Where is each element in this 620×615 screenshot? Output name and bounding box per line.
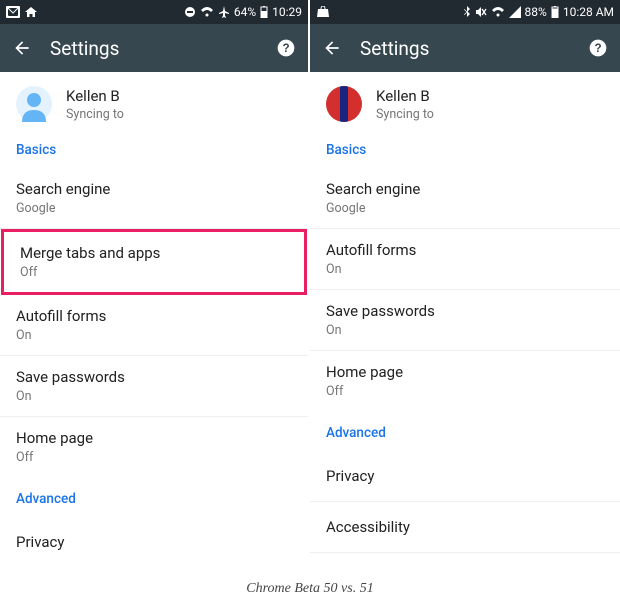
row-value: Google (16, 201, 292, 216)
row-save-passwords[interactable]: Save passwords On (310, 290, 620, 351)
battery-icon (551, 6, 559, 18)
app-bar: Settings ? (0, 24, 308, 72)
row-search-engine[interactable]: Search engine Google (310, 168, 620, 229)
row-home-page[interactable]: Home page Off (310, 351, 620, 411)
page-title: Settings (360, 37, 570, 60)
row-label: Merge tabs and apps (20, 244, 288, 262)
back-icon[interactable] (322, 38, 342, 58)
account-sync-status: Syncing to (66, 107, 124, 122)
home-icon (24, 6, 38, 18)
voicemail-icon (6, 6, 20, 18)
row-value: Off (16, 450, 292, 465)
row-label: Save passwords (16, 368, 292, 386)
row-value: On (16, 389, 292, 404)
store-icon (316, 6, 330, 18)
row-label: Privacy (326, 463, 604, 489)
back-icon[interactable] (12, 38, 32, 58)
section-basics: Basics (310, 136, 620, 168)
battery-icon (260, 6, 268, 18)
row-accessibility[interactable]: Accessibility (310, 502, 620, 553)
row-search-engine[interactable]: Search engine Google (0, 168, 308, 229)
battery-percent: 64% (234, 5, 256, 19)
account-row[interactable]: Kellen B Syncing to (0, 72, 308, 136)
row-autofill[interactable]: Autofill forms On (310, 229, 620, 290)
row-value: On (16, 328, 292, 343)
dnd-icon (184, 6, 196, 18)
row-value: On (326, 323, 604, 338)
status-bar: 88% 10:28 AM (310, 0, 620, 24)
section-advanced: Advanced (0, 477, 308, 517)
row-label: Search engine (326, 180, 604, 198)
row-home-page[interactable]: Home page Off (0, 417, 308, 477)
clock-text: 10:28 AM (563, 5, 614, 19)
svg-text:?: ? (282, 42, 289, 55)
battery-percent: 88% (525, 5, 547, 19)
account-name: Kellen B (376, 87, 434, 105)
row-save-passwords[interactable]: Save passwords On (0, 356, 308, 417)
wifi-icon (200, 6, 214, 18)
row-label: Autofill forms (16, 307, 292, 325)
wifi-icon (491, 6, 505, 18)
row-label: Autofill forms (326, 241, 604, 259)
row-label: Save passwords (326, 302, 604, 320)
row-privacy[interactable]: Privacy (0, 517, 308, 567)
row-value: Off (20, 265, 288, 280)
status-bar: 64% 10:29 (0, 0, 308, 24)
help-icon[interactable]: ? (276, 38, 296, 58)
signal-icon (509, 6, 521, 18)
account-sync-status: Syncing to (376, 107, 434, 122)
highlight-merge-tabs: Merge tabs and apps Off (1, 229, 307, 295)
row-label: Accessibility (326, 514, 604, 540)
row-label: Privacy (16, 529, 292, 555)
row-label: Search engine (16, 180, 292, 198)
row-value: Off (326, 384, 604, 399)
section-basics: Basics (0, 136, 308, 168)
section-advanced: Advanced (310, 411, 620, 451)
airplane-icon (218, 6, 230, 18)
screenshot-right: 88% 10:28 AM Settings ? Kell (310, 0, 620, 567)
row-value: Google (326, 201, 604, 216)
bluetooth-icon (463, 6, 471, 18)
caption: Chrome Beta 50 vs. 51 (0, 567, 620, 615)
row-merge-tabs[interactable]: Merge tabs and apps Off (4, 232, 304, 292)
svg-text:?: ? (594, 42, 601, 55)
mute-icon (475, 6, 487, 18)
clock-text: 10:29 (272, 5, 302, 19)
row-label: Home page (16, 429, 292, 447)
help-icon[interactable]: ? (588, 38, 608, 58)
row-label: Home page (326, 363, 604, 381)
page-title: Settings (50, 37, 258, 60)
row-privacy[interactable]: Privacy (310, 451, 620, 502)
avatar (16, 86, 52, 122)
account-row[interactable]: Kellen B Syncing to (310, 72, 620, 136)
row-value: On (326, 262, 604, 277)
account-name: Kellen B (66, 87, 124, 105)
avatar (326, 86, 362, 122)
screenshot-left: 64% 10:29 Settings ? Kellen (0, 0, 310, 567)
app-bar: Settings ? (310, 24, 620, 72)
row-autofill[interactable]: Autofill forms On (0, 295, 308, 356)
